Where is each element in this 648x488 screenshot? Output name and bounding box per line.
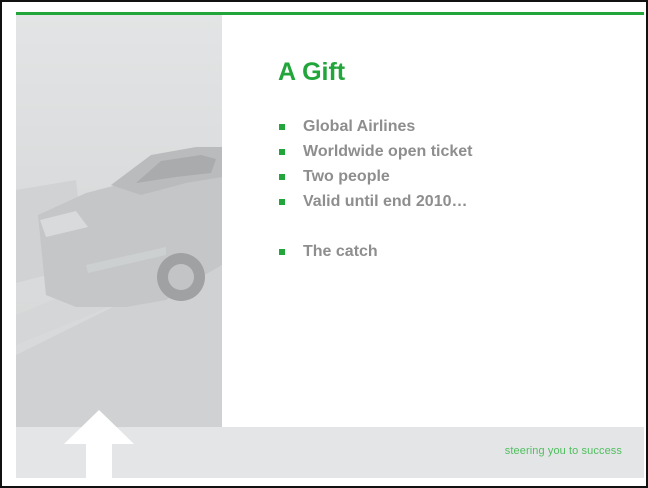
bullet-square-icon xyxy=(279,124,285,130)
bullet-item: Worldwide open ticket xyxy=(279,139,629,164)
bullet-item: Global Airlines xyxy=(279,114,629,139)
bullet-item: Two people xyxy=(279,164,629,189)
bullet-text: Valid until end 2010… xyxy=(303,193,468,210)
car-photo-graphic xyxy=(16,147,222,427)
slide: steering you to success A Gift Global Ai… xyxy=(0,0,648,488)
bullet-item: Valid until end 2010… xyxy=(279,189,629,214)
bullet-text: Worldwide open ticket xyxy=(303,143,473,160)
slide-title: A Gift xyxy=(278,58,346,86)
bullet-square-icon xyxy=(279,199,285,205)
up-arrow-icon xyxy=(64,410,134,486)
bullet-text: Two people xyxy=(303,168,390,185)
car-photo xyxy=(16,15,222,427)
bullet-text: The catch xyxy=(303,243,378,260)
bullet-square-icon xyxy=(279,249,285,255)
bullet-list: Global Airlines Worldwide open ticket Tw… xyxy=(279,114,629,264)
bullet-item: The catch xyxy=(279,239,629,264)
bullet-square-icon xyxy=(279,149,285,155)
tagline: steering you to success xyxy=(504,445,622,457)
bullet-text: Global Airlines xyxy=(303,118,416,135)
bullet-square-icon xyxy=(279,174,285,180)
